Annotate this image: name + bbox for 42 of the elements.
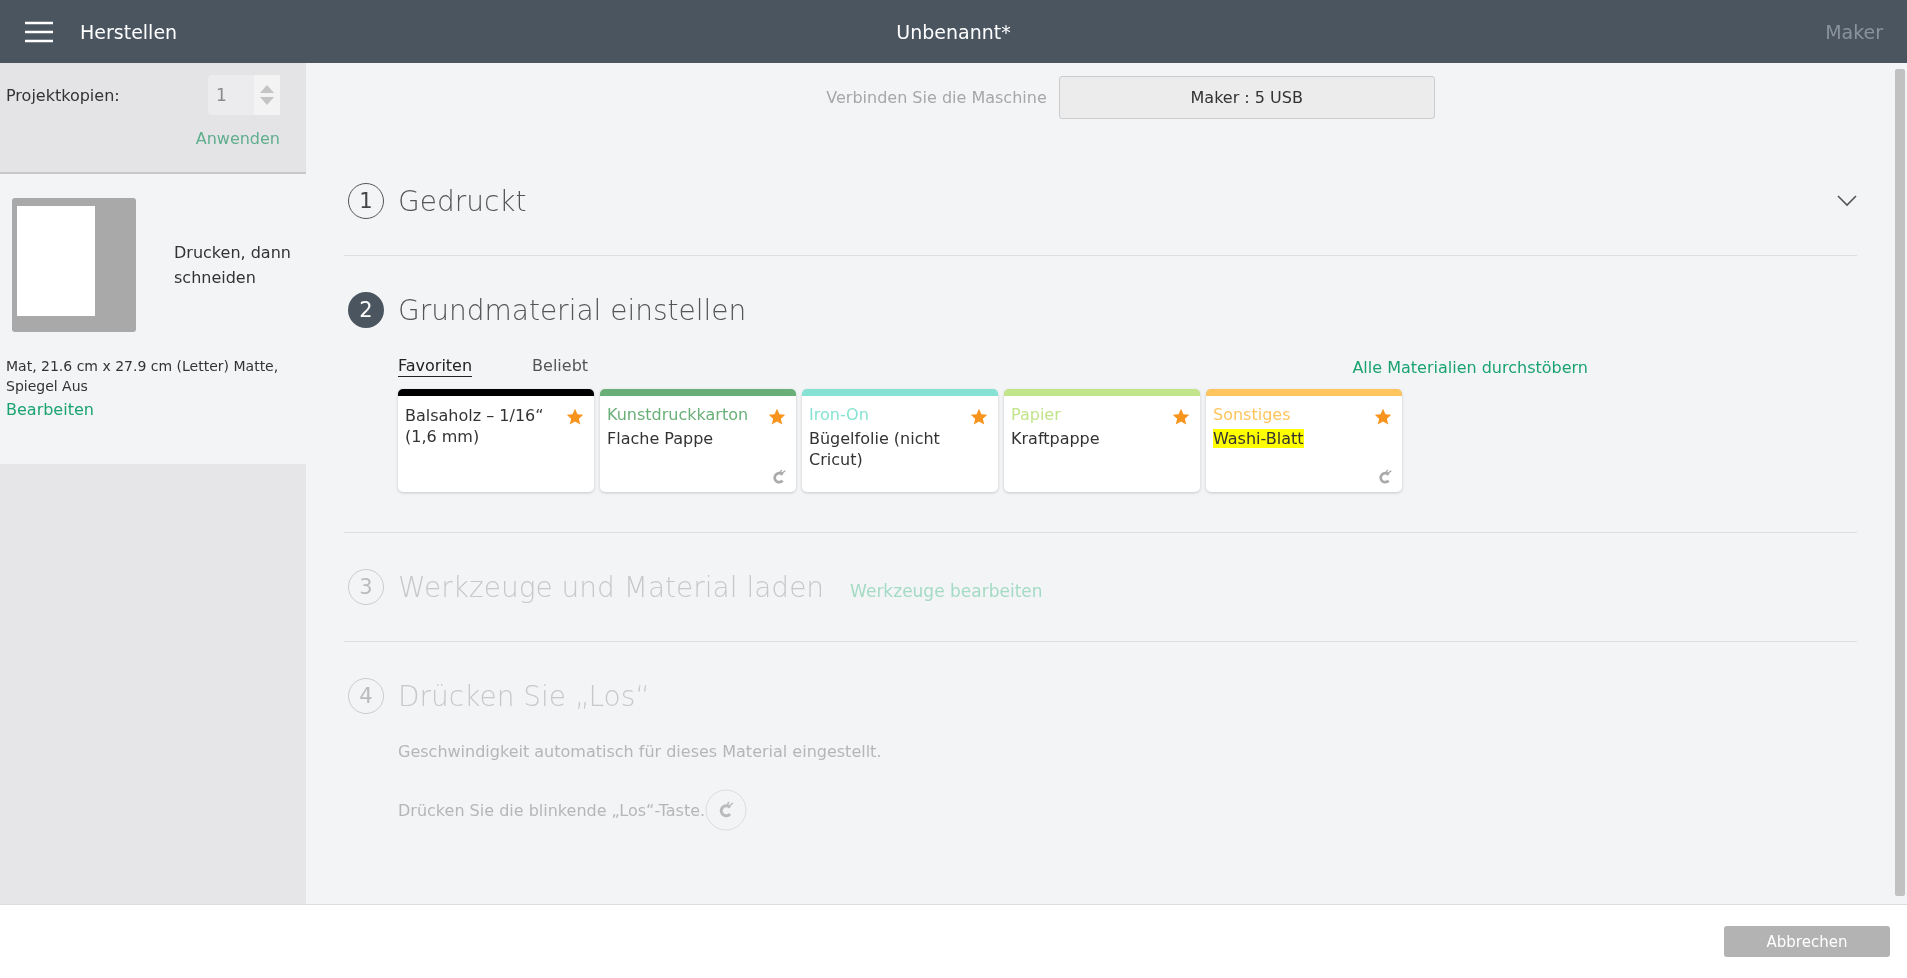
mat-preview[interactable] <box>12 198 136 332</box>
mat-title: Drucken, dann schneiden <box>174 242 292 289</box>
mat-info: Mat, 21.6 cm x 27.9 cm (Letter) Matte, Spiegel Aus <box>6 357 280 396</box>
machine-button[interactable]: Maker : 5 USB <box>1058 76 1435 119</box>
go-button-icon <box>705 789 748 831</box>
material-category: Kunstdruckkarton <box>607 405 750 424</box>
machine-label: Maker <box>1824 20 1883 43</box>
material-name: Balsaholz – 1/16“ (1,6 mm) <box>405 406 544 446</box>
material-category: Iron-On <box>809 405 870 424</box>
down-icon <box>260 97 274 105</box>
chevron-down-icon[interactable] <box>1837 195 1857 207</box>
instruction-text: Drücken Sie die blinkende „Los“-Taste. <box>398 800 706 820</box>
material-name: Bügelfolie (nicht Cricut) <box>809 429 940 469</box>
material-category: Papier <box>1011 405 1062 424</box>
star-icon[interactable] <box>970 408 988 426</box>
star-icon[interactable] <box>1172 408 1190 426</box>
instruction-text: Geschwindigkeit automatisch für dieses Material eingestellt. <box>398 742 882 761</box>
menu-button[interactable] <box>24 20 54 43</box>
material-tab[interactable]: Beliebt <box>532 356 589 377</box>
star-icon[interactable] <box>566 408 584 426</box>
star-icon[interactable] <box>1374 408 1392 426</box>
scrollbar[interactable] <box>1895 69 1905 896</box>
copies-label: Projektkopien: <box>6 85 120 105</box>
material-name: Washi-Blatt <box>1213 429 1304 448</box>
material-name: Kraftpappe <box>1011 429 1100 448</box>
step-title: Gedruckt <box>398 184 527 218</box>
up-icon <box>260 85 274 93</box>
step-number: 2 <box>348 292 384 328</box>
material-card[interactable]: Sonstiges Washi-Blatt <box>1206 389 1402 492</box>
material-card[interactable]: Balsaholz – 1/16“ (1,6 mm) <box>398 389 594 492</box>
menu-icon <box>24 20 54 43</box>
material-card[interactable]: Papier Kraftpappe <box>1004 389 1200 492</box>
material-card[interactable]: Iron-On Bügelfolie (nicht Cricut) <box>802 389 998 492</box>
connect-label: Verbinden Sie die Maschine <box>826 88 1047 107</box>
material-tab[interactable]: Favoriten <box>398 356 473 377</box>
project-title: Unbenannt* <box>895 20 1012 43</box>
material-name: Flache Pappe <box>607 429 714 448</box>
step-title: Grundmaterial einstellen <box>398 293 747 327</box>
material-category: Sonstiges <box>1213 405 1292 424</box>
menu-title: Herstellen <box>80 20 178 43</box>
material-card[interactable]: Kunstdruckkarton Flache Pappe <box>600 389 796 492</box>
star-icon[interactable] <box>768 408 786 426</box>
